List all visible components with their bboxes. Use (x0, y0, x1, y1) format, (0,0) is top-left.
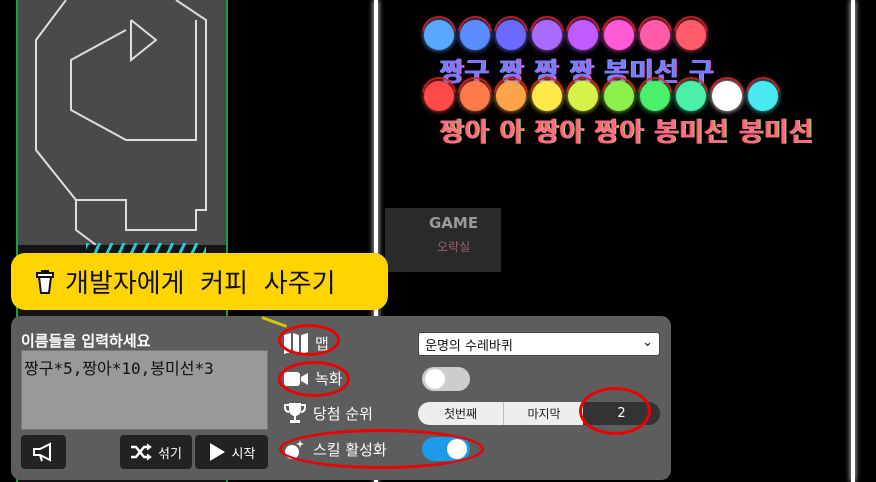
megaphone-icon (32, 442, 51, 462)
annotation-rank-value (579, 387, 651, 435)
ball-label-row2: 짱아 아 짱아 짱아 봉미선 봉미선 (440, 118, 815, 148)
rank-label: 당첨 순위 (313, 404, 373, 423)
track-dashes (86, 243, 206, 253)
names-title: 이름들을 입력하세요 (21, 332, 151, 350)
annotation-record (278, 361, 350, 397)
chevron-down-icon: ⌄ (642, 335, 653, 350)
names-input[interactable]: 짱구*5,짱아*10,봉미선*3 (21, 350, 268, 430)
trophy-icon (284, 403, 306, 423)
record-toggle-knob (425, 369, 445, 389)
coffee-cup-icon (36, 269, 54, 294)
annotation-skill (279, 429, 484, 469)
map-select[interactable]: 운명의 수레바퀴 ⌄ (418, 332, 660, 356)
control-panel: 이름들을 입력하세요 짱구*5,짱아*10,봉미선*3 섞기 시작 맵 운명의 … (11, 316, 671, 480)
watermark-text-bottom: 오락실 (437, 240, 471, 254)
shuffle-button[interactable]: 섞기 (120, 435, 192, 469)
rail-right (851, 0, 855, 482)
watermark-text-top: GAME (429, 214, 479, 232)
watermark: GAME 오락실 (385, 208, 501, 272)
annotation-map (278, 324, 340, 356)
map-selected-value: 운명의 수레바퀴 (425, 338, 513, 354)
shuffle-label: 섞기 (158, 446, 182, 462)
buy-coffee-label: 개발자에게 커피 사주기 (65, 269, 336, 299)
map-obstacle-lines (35, 0, 207, 246)
record-toggle[interactable] (422, 367, 470, 391)
start-button[interactable]: 시작 (195, 435, 268, 469)
shuffle-icon (131, 443, 152, 461)
rank-row: 당첨 순위 (283, 402, 373, 424)
share-button[interactable] (21, 435, 66, 469)
rank-last-option[interactable]: 마지막 (503, 402, 584, 425)
play-icon (209, 443, 225, 461)
buy-coffee-button[interactable]: 개발자에게 커피 사주기 (11, 253, 388, 310)
start-label: 시작 (231, 446, 256, 462)
rank-first-option[interactable]: 첫번째 (418, 402, 503, 425)
